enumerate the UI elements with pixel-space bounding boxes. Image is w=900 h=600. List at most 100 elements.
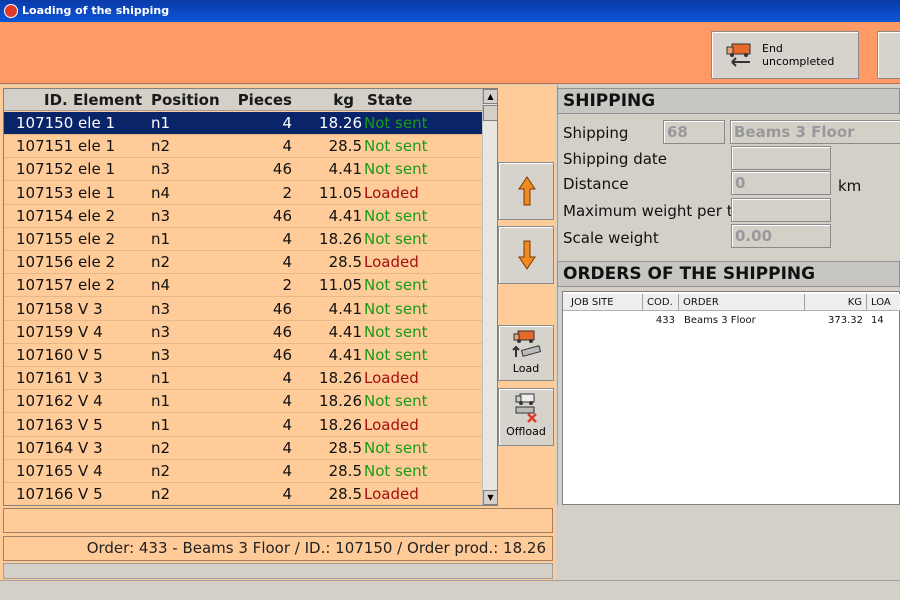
cell-state: Loaded [364, 183, 419, 202]
truck-return-icon [726, 43, 751, 67]
col-position[interactable]: Position [151, 89, 231, 111]
cell-state: Not sent [364, 299, 428, 318]
col-state[interactable]: State [367, 89, 477, 111]
table-row[interactable]: 107157 ele 2 n4 2 11.05 Not sent [4, 274, 482, 298]
table-row[interactable]: 107156 ele 2 n2 4 28.5 Loaded [4, 251, 482, 275]
scroll-thumb[interactable] [483, 105, 497, 121]
cell-position: n2 [151, 253, 171, 272]
cell-position: n1 [151, 415, 171, 434]
cell-position: n3 [151, 322, 171, 341]
table-row[interactable]: 107153 ele 1 n4 2 11.05 Loaded [4, 182, 482, 205]
cell-state: Not sent [364, 462, 428, 480]
max-weight-field[interactable] [731, 198, 831, 222]
table-row[interactable]: 107150 ele 1 n1 4 18.26 Not sent [4, 112, 482, 135]
cell-position: n1 [151, 114, 171, 132]
distance-label: Distance [563, 175, 629, 193]
scroll-down-arrow-icon[interactable]: ▼ [483, 490, 497, 505]
table-row[interactable]: 107162 V 4 n1 4 18.26 Not sent [4, 390, 482, 414]
shipping-id-field[interactable]: 68 [663, 120, 725, 144]
col-kg[interactable]: KG [805, 294, 867, 311]
scale-weight-field[interactable]: 0.00 [731, 224, 831, 248]
max-weight-label: Maximum weight per tru [563, 202, 731, 220]
cell-id-element: 107154 ele 2 [16, 206, 115, 225]
elements-table: ID. Element Position Pieces kg State 107… [3, 88, 498, 506]
table-row[interactable]: 107165 V 4 n2 4 28.5 Not sent [4, 460, 482, 483]
col-kg[interactable]: kg [292, 89, 354, 111]
cell-id-element: 107155 ele 2 [16, 230, 115, 248]
table-scrollbar[interactable]: ▲ ▼ [482, 89, 497, 505]
shipping-date-field[interactable] [731, 146, 831, 170]
cell-pieces: 46 [272, 206, 292, 225]
cell-id-element: 107164 V 3 [16, 438, 103, 457]
cell-position: n3 [151, 299, 171, 318]
table-row[interactable]: 107163 V 5 n1 4 18.26 Loaded [4, 414, 482, 437]
col-order[interactable]: ORDER [679, 294, 805, 311]
cell-kg: 28.5 [328, 253, 362, 272]
cell-id-element: 107158 V 3 [16, 299, 103, 318]
horizontal-scrollbar[interactable] [3, 563, 553, 579]
cell-id-element: 107162 V 4 [16, 392, 103, 411]
distance-field[interactable]: 0 [731, 171, 831, 195]
truck-offload-icon [515, 393, 537, 423]
cell-id-element: 107163 V 5 [16, 415, 103, 434]
cell-position: n3 [151, 160, 171, 179]
shipping-date-label: Shipping date [563, 150, 668, 168]
table-row[interactable]: 107158 V 3 n3 46 4.41 Not sent [4, 298, 482, 321]
cell-pieces: 4 [282, 438, 292, 457]
cell-pieces: 4 [282, 137, 292, 156]
cell-kg: 4.41 [328, 160, 362, 179]
cell-state: Not sent [364, 114, 428, 132]
cell-position: n2 [151, 485, 171, 504]
table-row[interactable]: 107164 V 3 n2 4 28.5 Not sent [4, 437, 482, 460]
shipping-name-field[interactable]: Beams 3 Floor [730, 120, 900, 144]
cell-pieces: 4 [282, 253, 292, 272]
shipping-label: Shipping [563, 124, 629, 142]
toolbar-button-partial[interactable] [877, 31, 900, 79]
cell-kg: 28.5 [328, 137, 362, 156]
col-loaded[interactable]: LOA [867, 294, 900, 311]
cell-kg: 11.05 [319, 276, 362, 295]
distance-unit: km [838, 177, 862, 195]
move-up-button[interactable] [498, 162, 554, 220]
scale-weight-label: Scale weight [563, 229, 659, 247]
table-row[interactable]: 107152 ele 1 n3 46 4.41 Not sent [4, 158, 482, 182]
cell-kg: 18.26 [319, 415, 362, 434]
end-uncompleted-button[interactable]: End uncompleted [711, 31, 859, 79]
window-bottom-bar [0, 580, 900, 600]
app-icon [4, 4, 18, 18]
cell-kg: 11.05 [319, 183, 362, 202]
cell-position: n1 [151, 230, 171, 248]
order-cod: 433 [655, 315, 675, 326]
orders-header: JOB SITE COD. ORDER KG LOA [563, 294, 900, 311]
cell-id-element: 107165 V 4 [16, 462, 103, 480]
order-name: Beams 3 Floor [684, 315, 756, 326]
load-label: Load [512, 362, 540, 375]
cell-position: n2 [151, 438, 171, 457]
right-bottom-area [557, 505, 900, 580]
col-pieces[interactable]: Pieces [228, 89, 292, 111]
table-row[interactable]: 107159 V 4 n3 46 4.41 Not sent [4, 321, 482, 344]
scroll-up-arrow-icon[interactable]: ▲ [483, 89, 497, 104]
col-job-site[interactable]: JOB SITE [567, 294, 643, 311]
cell-id-element: 107152 ele 1 [16, 160, 115, 179]
table-row[interactable]: 107161 V 3 n1 4 18.26 Loaded [4, 367, 482, 391]
table-header: ID. Element Position Pieces kg State [4, 89, 482, 111]
move-down-button[interactable] [498, 226, 554, 284]
cell-position: n3 [151, 206, 171, 225]
window-title: Loading of the shipping [22, 4, 170, 17]
title-bar: Loading of the shipping [0, 0, 900, 22]
load-button[interactable]: Load [498, 325, 554, 381]
orders-section-title: ORDERS OF THE SHIPPING [557, 261, 900, 287]
offload-button[interactable]: Offload [498, 388, 554, 446]
cell-id-element: 107159 V 4 [16, 322, 103, 341]
order-row[interactable]: 433 Beams 3 Floor 373.32 14 [563, 312, 900, 329]
table-row[interactable]: 107151 ele 1 n2 4 28.5 Not sent [4, 135, 482, 159]
table-row[interactable]: 107154 ele 2 n3 46 4.41 Not sent [4, 205, 482, 228]
table-row[interactable]: 107160 V 5 n3 46 4.41 Not sent [4, 344, 482, 367]
cell-state: Not sent [364, 322, 428, 341]
cell-pieces: 4 [282, 415, 292, 434]
table-row[interactable]: 107155 ele 2 n1 4 18.26 Not sent [4, 228, 482, 251]
table-row[interactable]: 107166 V 5 n2 4 28.5 Loaded [4, 483, 482, 505]
col-cod[interactable]: COD. [643, 294, 679, 311]
cell-pieces: 4 [282, 230, 292, 248]
